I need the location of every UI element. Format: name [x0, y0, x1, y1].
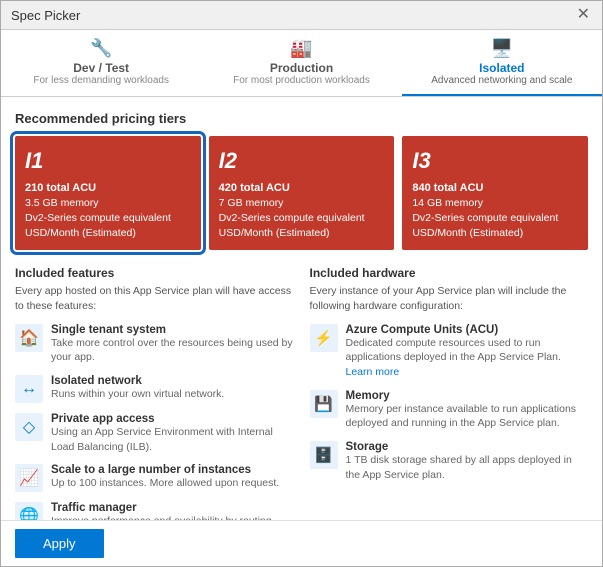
pricing-tiers: I1 210 total ACU 3.5 GB memory Dv2-Serie… [15, 136, 588, 250]
tab-dev-test-label: Dev / Test [73, 61, 129, 75]
features-title: Included features [15, 266, 294, 280]
hw-acu-name: Azure Compute Units (ACU) [346, 324, 589, 336]
hw-acu: ⚡ Azure Compute Units (ACU) Dedicated co… [310, 324, 589, 380]
feature-single-tenant: 🏠 Single tenant system Take more control… [15, 324, 294, 365]
tier-I3-acu: 840 total ACU [412, 181, 578, 196]
acu-icon: ⚡ [310, 324, 338, 352]
feature-scale-desc: Up to 100 instances. More allowed upon r… [51, 476, 279, 491]
hw-storage: 🗄️ Storage 1 TB disk storage shared by a… [310, 441, 589, 482]
tier-I1-detail: Dv2-Series compute equivalent USD/Month … [25, 211, 191, 240]
tier-I3-label: I3 [412, 146, 578, 177]
main-content: Recommended pricing tiers I1 210 total A… [1, 97, 602, 520]
features-hardware-columns: Included features Every app hosted on th… [15, 266, 588, 520]
feature-private-app-desc: Using an App Service Environment with In… [51, 425, 294, 454]
feature-single-tenant-desc: Take more control over the resources bei… [51, 336, 294, 365]
feature-private-app-name: Private app access [51, 413, 294, 425]
tab-dev-test-subtitle: For less demanding workloads [33, 75, 169, 86]
isolated-icon: 🖥️ [491, 38, 513, 59]
production-icon: 🏭 [290, 38, 312, 59]
tier-I2-label: I2 [219, 146, 385, 177]
feature-scale: 📈 Scale to a large number of instances U… [15, 464, 294, 492]
private-app-icon: ◇ [15, 413, 43, 441]
traffic-manager-icon: 🌐 [15, 502, 43, 520]
tier-I3-detail: Dv2-Series compute equivalent USD/Month … [412, 211, 578, 240]
feature-traffic-manager: 🌐 Traffic manager Improve performance an… [15, 502, 294, 520]
hw-storage-desc: 1 TB disk storage shared by all apps dep… [346, 453, 589, 482]
spec-picker-dialog: Spec Picker ✕ 🔧 Dev / Test For less dema… [0, 0, 603, 567]
tier-I3[interactable]: I3 840 total ACU 14 GB memory Dv2-Series… [402, 136, 588, 250]
wrench-icon: 🔧 [90, 38, 112, 59]
feature-scale-name: Scale to a large number of instances [51, 464, 279, 476]
tab-isolated[interactable]: 🖥️ Isolated Advanced networking and scal… [402, 30, 602, 96]
tab-isolated-label: Isolated [479, 61, 524, 75]
hw-acu-desc: Dedicated compute resources used to run … [346, 336, 589, 380]
dialog-title: Spec Picker [11, 8, 80, 23]
recommended-section-title: Recommended pricing tiers [15, 111, 588, 126]
storage-icon: 🗄️ [310, 441, 338, 469]
feature-traffic-manager-name: Traffic manager [51, 502, 294, 514]
tab-bar: 🔧 Dev / Test For less demanding workload… [1, 30, 602, 97]
hw-memory: 💾 Memory Memory per instance available t… [310, 390, 589, 431]
hw-memory-desc: Memory per instance available to run app… [346, 402, 589, 431]
learn-more-link[interactable]: Learn more [346, 366, 400, 378]
tier-I2-detail: Dv2-Series compute equivalent USD/Month … [219, 211, 385, 240]
included-hardware-col: Included hardware Every instance of your… [310, 266, 589, 520]
feature-isolated-network: ↔ Isolated network Runs within your own … [15, 375, 294, 403]
tier-I1-acu: 210 total ACU [25, 181, 191, 196]
title-bar: Spec Picker ✕ [1, 1, 602, 30]
isolated-network-icon: ↔ [15, 375, 43, 403]
hw-memory-name: Memory [346, 390, 589, 402]
close-button[interactable]: ✕ [575, 7, 592, 23]
apply-button[interactable]: Apply [15, 529, 104, 558]
hardware-title: Included hardware [310, 266, 589, 280]
included-features-col: Included features Every app hosted on th… [15, 266, 294, 520]
tier-I2-memory: 7 GB memory [219, 196, 385, 211]
feature-isolated-network-name: Isolated network [51, 375, 224, 387]
single-tenant-icon: 🏠 [15, 324, 43, 352]
tier-I3-memory: 14 GB memory [412, 196, 578, 211]
hardware-desc: Every instance of your App Service plan … [310, 284, 589, 313]
tab-production-label: Production [270, 61, 333, 75]
footer: Apply [1, 520, 602, 566]
feature-single-tenant-name: Single tenant system [51, 324, 294, 336]
scale-icon: 📈 [15, 464, 43, 492]
tab-isolated-subtitle: Advanced networking and scale [431, 75, 572, 86]
tier-I2[interactable]: I2 420 total ACU 7 GB memory Dv2-Series … [209, 136, 395, 250]
tab-production-subtitle: For most production workloads [233, 75, 370, 86]
memory-icon: 💾 [310, 390, 338, 418]
tier-I1[interactable]: I1 210 total ACU 3.5 GB memory Dv2-Serie… [15, 136, 201, 250]
features-desc: Every app hosted on this App Service pla… [15, 284, 294, 313]
feature-private-app: ◇ Private app access Using an App Servic… [15, 413, 294, 454]
hw-storage-name: Storage [346, 441, 589, 453]
tab-production[interactable]: 🏭 Production For most production workloa… [201, 30, 401, 96]
tier-I1-label: I1 [25, 146, 191, 177]
feature-isolated-network-desc: Runs within your own virtual network. [51, 387, 224, 402]
tier-I2-acu: 420 total ACU [219, 181, 385, 196]
tier-I1-memory: 3.5 GB memory [25, 196, 191, 211]
tab-dev-test[interactable]: 🔧 Dev / Test For less demanding workload… [1, 30, 201, 96]
